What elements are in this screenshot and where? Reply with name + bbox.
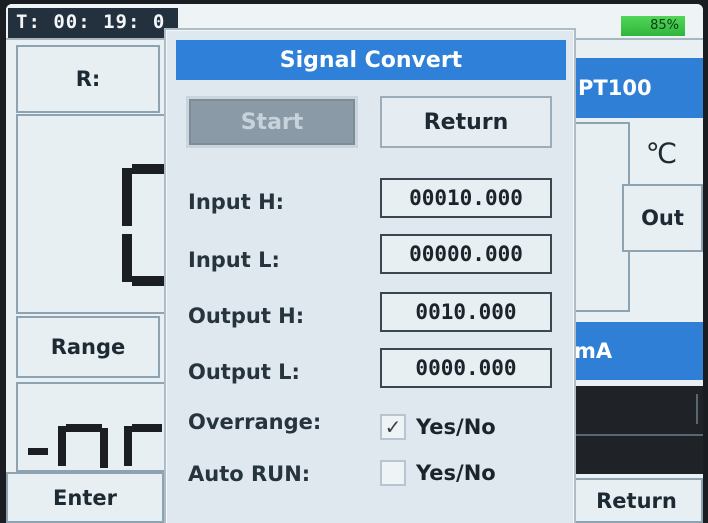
device-screen: T: 00: 19: 0 85% R: PT100 ℃ Out Range mA [6,4,703,523]
output-unit-banner: mA [570,322,703,380]
overrange-checkbox[interactable]: ✓ [380,414,406,440]
enter-button[interactable]: Enter [6,472,164,523]
digit-segment [132,424,162,432]
return-button-background-label: Return [596,488,677,513]
auto-run-option: Yes/No [380,460,496,486]
auto-run-option-label: Yes/No [416,461,496,485]
output-low-label: Output L: [188,360,300,384]
graph-line [570,434,703,436]
graph-tick [696,394,698,424]
output-reading-display [16,382,166,472]
return-button-background[interactable]: Return [570,478,703,523]
digit-segment [100,428,108,468]
digit-segment [132,276,164,286]
dialog-title: Signal Convert [176,40,566,80]
digit-segment [122,168,132,226]
input-high-field[interactable]: 00010.000 [380,178,552,218]
output-high-label: Output H: [188,304,305,328]
return-button[interactable]: Return [380,96,552,148]
digit-segment [28,448,48,455]
output-low-field[interactable]: 0000.000 [380,348,552,388]
digit-segment [122,234,132,282]
unit-cell: ℃ [620,122,703,184]
battery-indicator: 85% [621,16,685,36]
output-high-field[interactable]: 0010.000 [380,292,552,332]
enter-button-label: Enter [53,485,117,510]
output-graph-panel [570,386,703,474]
sensor-type-banner: PT100 [570,58,703,118]
out-button[interactable]: Out [622,184,703,252]
auto-run-checkbox[interactable] [380,460,406,486]
out-button-label: Out [641,206,684,230]
input-low-label: Input L: [188,248,280,272]
overrange-label: Overrange: [188,410,322,434]
input-high-label: Input H: [188,190,285,214]
digit-segment [58,426,66,466]
digit-segment [66,424,102,432]
digit-segment [132,164,164,174]
output-unit: mA [574,339,613,363]
overrange-option: ✓ Yes/No [380,414,496,440]
range-label: Range [50,335,126,359]
reading-display [16,114,166,314]
overrange-option-label: Yes/No [416,415,496,439]
digit-segment [124,426,132,466]
start-button[interactable]: Start [186,96,358,148]
range-cell: Range [16,316,160,378]
sensor-type: PT100 [578,76,652,100]
input-low-field[interactable]: 00000.000 [380,234,552,274]
r-label-cell: R: [16,45,160,113]
signal-convert-dialog: Signal Convert Start Return Input H: 000… [164,28,576,523]
r-label: R: [75,67,101,91]
temperature-unit: ℃ [645,136,678,170]
elapsed-time: T: 00: 19: 0 [8,8,178,38]
auto-run-label: Auto RUN: [188,462,311,486]
